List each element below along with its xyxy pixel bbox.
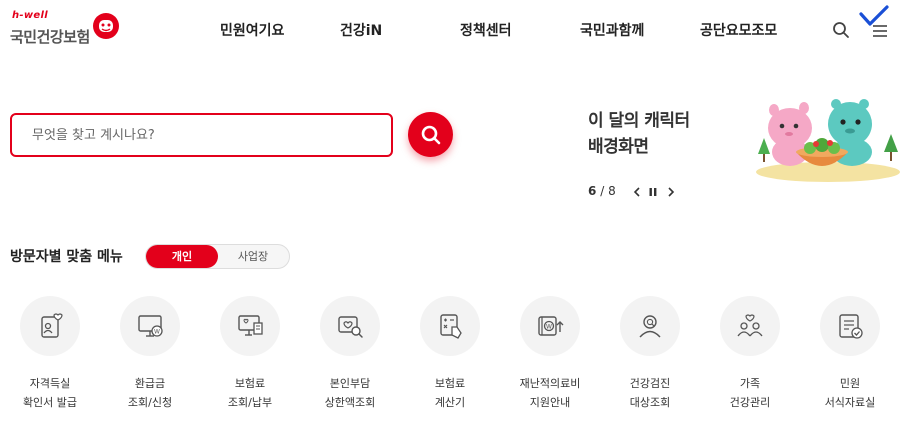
menu-label: 보험료 조회/납부: [200, 374, 300, 412]
menu-label: 자격득실 확인서 발급: [0, 374, 100, 412]
pause-icon[interactable]: [646, 185, 660, 199]
search-icon[interactable]: [832, 21, 850, 39]
menu-label-line1: 건강검진: [629, 377, 671, 390]
chevron-right-icon[interactable]: [664, 185, 678, 199]
calculator-hand-icon: [440, 314, 462, 339]
nav-item-policy-center[interactable]: 정책센터: [460, 20, 512, 40]
menu-icon-bg: [620, 296, 680, 356]
menu-label-line1: 본인부담: [329, 377, 371, 390]
menu-label-line2: 계산기: [434, 396, 466, 409]
menu-icon-bg: W: [120, 296, 180, 356]
banner-page-count: 6 / 8: [588, 184, 616, 198]
nav-item-civil-service[interactable]: 민원여기요: [220, 20, 284, 40]
document-check-icon: [839, 314, 863, 339]
svg-text:W: W: [546, 324, 552, 331]
nav-item-about-agency[interactable]: 공단요모조모: [700, 20, 777, 40]
search-input[interactable]: [32, 125, 372, 145]
quick-menu-item-health-checkup[interactable]: 건강검진 대상조회: [600, 296, 700, 426]
menu-label-line2: 지원안내: [529, 396, 571, 409]
menu-label-line2: 조회/신청: [127, 396, 173, 409]
banner-title-line1: 이 달의 캐릭터: [588, 111, 690, 131]
search-box: [10, 113, 393, 157]
menu-label: 건강검진 대상조회: [600, 374, 700, 412]
global-nav: 민원여기요 건강iN 정책센터 국민과함께 공단요모조모: [0, 20, 903, 42]
menu-label-line1: 민원: [839, 377, 861, 390]
menu-label: 민원 서식자료실: [800, 374, 900, 412]
menu-label-line2: 조회/납부: [227, 396, 273, 409]
menu-label-line2: 확인서 발급: [22, 396, 78, 409]
banner-title-line2: 배경화면: [588, 137, 649, 157]
menu-label-line2: 상한액조회: [324, 396, 376, 409]
banner-page-current: 6: [588, 184, 597, 198]
menu-icon-bg: [320, 296, 380, 356]
menu-label-line1: 보험료: [234, 377, 266, 390]
monitor-won-icon: W: [138, 315, 163, 337]
quick-menu-item-premium-calculator[interactable]: 보험료 계산기: [400, 296, 500, 426]
search-button[interactable]: [408, 112, 453, 157]
banner-page-total: 8: [608, 184, 616, 198]
svg-text:W: W: [154, 329, 160, 336]
menu-label-line1: 환급금: [134, 377, 166, 390]
menu-label-line1: 자격득실: [29, 377, 71, 390]
visitor-type-toggle: 개인 사업장: [145, 244, 290, 269]
menu-label: 보험료 계산기: [400, 374, 500, 412]
monitor-receipt-icon: [238, 315, 263, 336]
search-icon: [421, 125, 440, 144]
menu-label: 재난적의료비 지원안내: [500, 374, 600, 412]
menu-label-line2: 대상조회: [629, 396, 671, 409]
menu-icon-bg: [820, 296, 880, 356]
quick-menu-item-refund[interactable]: W 환급금 조회/신청: [100, 296, 200, 426]
menu-label-line2: 서식자료실: [824, 396, 876, 409]
menu-label-line1: 재난적의료비: [519, 377, 581, 390]
character-illustration[interactable]: [750, 94, 900, 184]
quick-menu-item-qualification[interactable]: 자격득실 확인서 발급: [0, 296, 100, 426]
hamburger-menu-icon[interactable]: [872, 24, 888, 38]
visitor-menu-title: 방문자별 맞춤 메뉴: [10, 249, 123, 265]
nav-item-health-in[interactable]: 건강iN: [340, 20, 382, 40]
quick-menu-item-family-health[interactable]: 가족 건강관리: [700, 296, 800, 426]
quick-menu-item-catastrophic-medical[interactable]: W 재난적의료비 지원안내: [500, 296, 600, 426]
wallet-won-up-icon: W: [538, 316, 564, 336]
menu-label-line2: 건강관리: [729, 396, 771, 409]
menu-label: 가족 건강관리: [700, 374, 800, 412]
toggle-individual[interactable]: 개인: [146, 245, 218, 268]
banner-page-separator: /: [600, 184, 605, 198]
menu-label-line1: 가족: [739, 377, 761, 390]
quick-menu-item-forms-library[interactable]: 민원 서식자료실: [800, 296, 900, 426]
menu-icon-bg: [220, 296, 280, 356]
menu-icon-bg: [420, 296, 480, 356]
menu-label: 본인부담 상한액조회: [300, 374, 400, 412]
chevron-left-icon[interactable]: [630, 185, 644, 199]
quick-menu-item-premium-payment[interactable]: 보험료 조회/납부: [200, 296, 300, 426]
quick-menu-item-copay-limit[interactable]: 본인부담 상한액조회: [300, 296, 400, 426]
nav-item-with-citizens[interactable]: 국민과함께: [580, 20, 644, 40]
person-search-icon: [639, 315, 661, 338]
menu-label: 환급금 조회/신청: [100, 374, 200, 412]
family-heart-icon: [737, 314, 763, 337]
heart-search-icon: [338, 316, 363, 338]
toggle-business[interactable]: 사업장: [217, 245, 289, 268]
banner-title[interactable]: 이 달의 캐릭터 배경화면: [588, 108, 738, 160]
id-card-heart-icon: [41, 313, 63, 338]
menu-icon-bg: [720, 296, 780, 356]
menu-label-line1: 보험료: [434, 377, 466, 390]
menu-icon-bg: W: [520, 296, 580, 356]
menu-icon-bg: [20, 296, 80, 356]
quick-menu-grid: 자격득실 확인서 발급 W 환급금 조회/신청 보험료 조회/납부 본인부담 상…: [0, 296, 903, 426]
